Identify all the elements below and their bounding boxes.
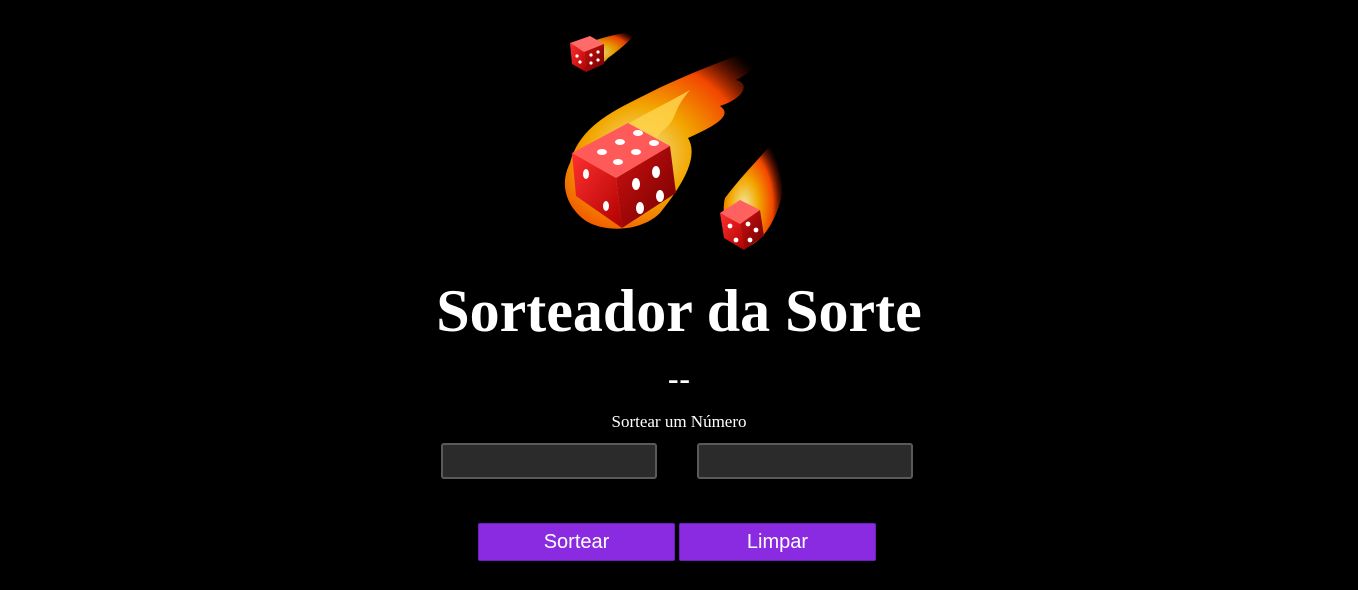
draw-label: Sortear um Número <box>611 412 747 431</box>
clear-button[interactable]: Limpar <box>679 523 876 561</box>
flaming-dice-icon <box>560 28 792 256</box>
page-title: Sorteador da Sorte <box>436 278 922 344</box>
max-number-input[interactable] <box>697 443 913 479</box>
min-number-input[interactable] <box>441 443 657 479</box>
draw-result: -- <box>667 361 691 399</box>
draw-button[interactable]: Sortear <box>478 523 675 561</box>
page: Sorteador da Sorte -- Sortear um Número … <box>0 0 1358 590</box>
